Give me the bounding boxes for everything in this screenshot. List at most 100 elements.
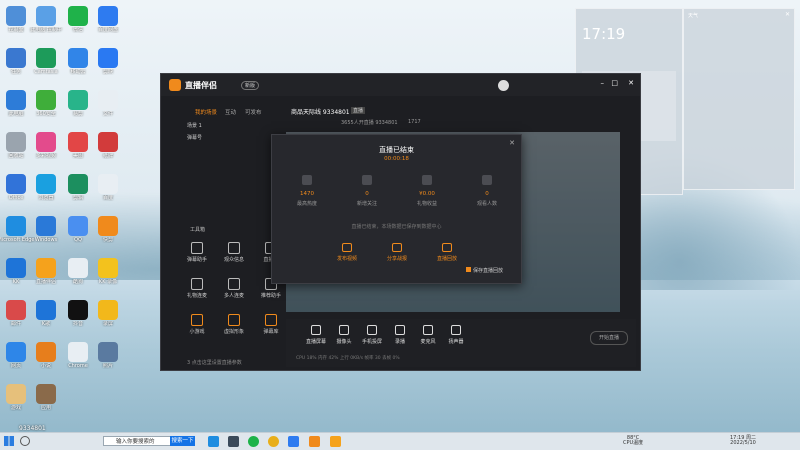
explorer-taskbar-icon[interactable] (228, 436, 239, 447)
close-icon[interactable]: ✕ (628, 79, 634, 87)
weather-widget[interactable]: 天气 ✕ (683, 8, 795, 190)
tab-scenes[interactable]: 我的场景 (195, 108, 217, 116)
stat-value: 0 (365, 191, 369, 197)
bottom-tool[interactable]: 扬声器 (444, 325, 468, 345)
action-icon (342, 243, 352, 252)
desktop-icon[interactable]: 剪映 (89, 48, 127, 75)
tool-item[interactable]: 观众信息 (223, 242, 245, 263)
desktop-icon[interactable]: KK 录像 (89, 258, 127, 285)
tool-label: 虚拟形象 (223, 329, 244, 335)
bottom-tool-icon (367, 325, 377, 335)
minimize-icon[interactable]: – (601, 79, 605, 87)
app-icon (36, 6, 56, 26)
room-name: 商品天际线 9334801 (291, 109, 350, 116)
app-icon (68, 90, 88, 110)
app-icon (98, 90, 118, 110)
stat-icon (362, 175, 372, 185)
desktop-icon[interactable]: 百度网盘 (89, 6, 127, 33)
app-icon (68, 48, 88, 68)
app-icon (36, 342, 56, 362)
app-icon (68, 300, 88, 320)
desktop-icon[interactable]: 应用 (27, 384, 65, 411)
tools-title: 工具箱 (190, 227, 206, 233)
bottom-tool[interactable]: 直播屏幕 (304, 325, 328, 345)
desktop-icon[interactable]: 录屏 (89, 300, 127, 327)
stat-value: 0 (485, 191, 489, 197)
live-companion2-taskbar-icon[interactable] (330, 436, 341, 447)
widget-clock-time: 17:19 (582, 25, 626, 43)
tool-icon (191, 242, 203, 254)
tool-item[interactable]: 弹幕库 (260, 314, 282, 335)
bottom-tool[interactable]: 录播 (388, 325, 412, 345)
scene-item[interactable]: 弹幕号 (187, 134, 202, 141)
app-icon (6, 342, 26, 362)
chrome-taskbar-icon[interactable] (268, 436, 279, 447)
tool-icon (265, 314, 277, 326)
app-icon (6, 384, 26, 404)
app-logo-icon (169, 79, 181, 91)
desktop-icon-label: 剪映 (102, 69, 113, 75)
stat-item: 0 新增关注 (342, 175, 392, 207)
scene-item[interactable]: 场景 1 (187, 122, 202, 129)
app-icon (6, 216, 26, 236)
desktop-icon[interactable]: 百度 (89, 174, 127, 201)
tool-item[interactable]: 虚拟形象 (223, 314, 245, 335)
tool-label: 礼物连麦 (186, 293, 207, 299)
app-icon (98, 48, 118, 68)
desktop-icon[interactable]: 文件 (89, 90, 127, 117)
weather-tray[interactable]: 88°C CPU温度 (623, 436, 643, 446)
start-button[interactable] (4, 436, 14, 446)
room-tag: 直播 (351, 107, 366, 114)
app-icon (68, 132, 88, 152)
live-companion-taskbar-icon[interactable] (309, 436, 320, 447)
close-icon[interactable]: ✕ (509, 139, 515, 147)
dialog-action-button[interactable]: 分享战报 (384, 243, 410, 262)
desktop-icon[interactable]: 快剪 (89, 216, 127, 243)
room-sub: 3655人开直播 9334801 (341, 120, 398, 126)
bottom-tip: 3 点击这里设置直播参数 (187, 360, 242, 366)
tool-item[interactable]: 弹幕助手 (186, 242, 208, 263)
tool-item[interactable]: 礼物连麦 (186, 278, 208, 299)
app-icon (6, 300, 26, 320)
app-icon (68, 6, 88, 26)
dialog-action-button[interactable]: 直播回放 (434, 243, 460, 262)
tool-icon (228, 314, 240, 326)
maximize-icon[interactable]: □ (611, 79, 618, 87)
tool-item[interactable]: 多人连麦 (223, 278, 245, 299)
tool-item[interactable]: 小游戏 (186, 314, 208, 335)
edge-taskbar-icon[interactable] (208, 436, 219, 447)
app-icon (36, 384, 56, 404)
bottom-tool-label: 扬声器 (448, 339, 464, 345)
search-icon[interactable] (20, 436, 30, 446)
bottom-tool[interactable]: 手机投屏 (360, 325, 384, 345)
wechat-taskbar-icon[interactable] (248, 436, 259, 447)
weather-sub: CPU温度 (623, 440, 644, 446)
tab-publish[interactable]: 可发布 (245, 108, 262, 116)
save-replay-label: 保存直播回放 (473, 268, 504, 274)
tool-icon (191, 314, 203, 326)
app-taskbar-icon[interactable] (288, 436, 299, 447)
tab-interact[interactable]: 互动 (225, 108, 236, 116)
action-icon (442, 243, 452, 252)
app-icon (36, 300, 56, 320)
app-icon (68, 174, 88, 194)
bottom-tool[interactable]: 摄像头 (332, 325, 356, 345)
desktop-id-text: 9334801 (19, 425, 46, 432)
start-live-button[interactable]: 开始直播 (590, 331, 628, 345)
dialog-action-button[interactable]: 发布视频 (334, 243, 360, 262)
save-replay-checkbox[interactable]: 保存直播回放 (466, 267, 503, 274)
avatar[interactable] (498, 80, 509, 91)
clock-tray[interactable]: 17:19 周二 2022/5/10 (730, 436, 756, 446)
app-title: 直播伴侣 (185, 81, 217, 90)
close-icon[interactable]: ✕ (785, 11, 790, 18)
app-icon (36, 216, 56, 236)
app-icon (6, 174, 26, 194)
tool-label: 弹幕库 (263, 329, 279, 335)
desktop-icon-label: KK 录像 (98, 279, 118, 285)
bottom-tool-label: 直播屏幕 (305, 339, 326, 345)
app-icon (6, 258, 26, 278)
bottom-tool[interactable]: 麦克风 (416, 325, 440, 345)
search-button[interactable]: 搜索一下 (170, 436, 195, 446)
desktop-icon[interactable]: 照片 (89, 342, 127, 369)
desktop-icon[interactable]: 纸牌 (89, 132, 127, 159)
